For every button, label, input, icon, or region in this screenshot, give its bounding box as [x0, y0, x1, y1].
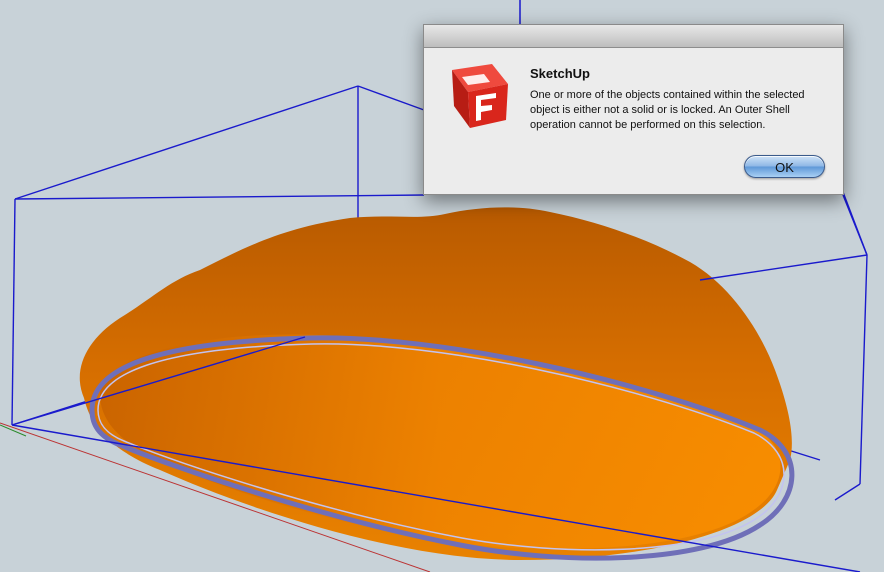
alert-dialog: SketchUp One or more of the objects cont… — [423, 24, 844, 195]
dialog-titlebar[interactable] — [424, 25, 843, 48]
ok-button[interactable]: OK — [744, 155, 825, 178]
sketchup-logo-icon — [448, 62, 512, 130]
dialog-message: One or more of the objects contained wit… — [530, 89, 805, 131]
orange-solid-model[interactable] — [79, 207, 795, 561]
dialog-title: SketchUp — [530, 66, 590, 81]
